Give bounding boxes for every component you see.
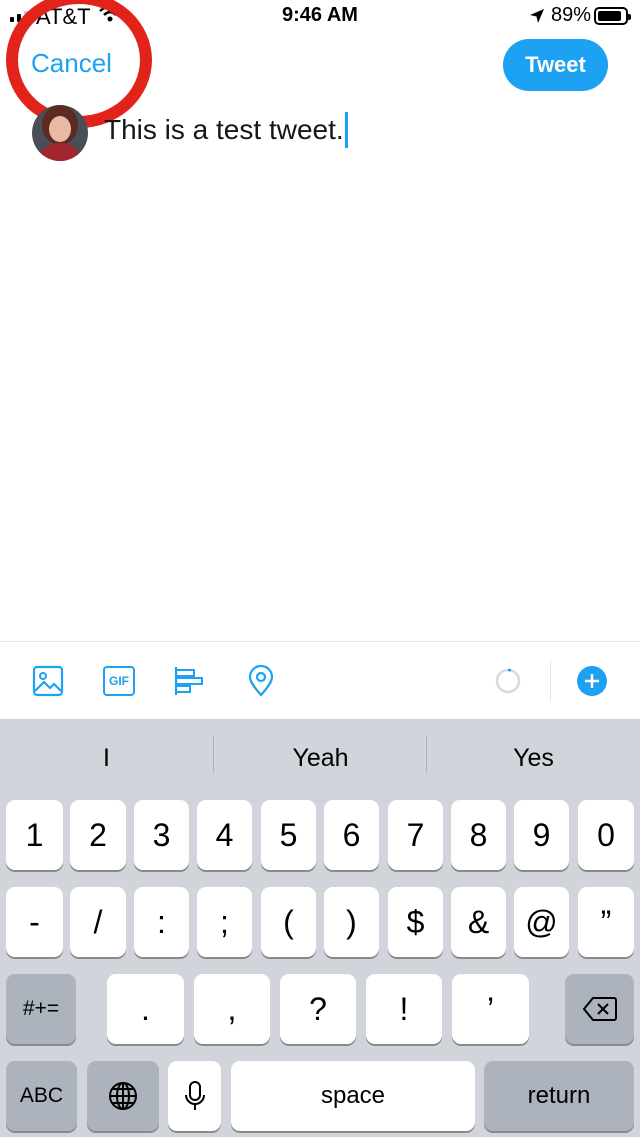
toolbar-divider xyxy=(550,660,551,702)
suggestion-item[interactable]: Yeah xyxy=(214,719,427,797)
key-period[interactable]: . xyxy=(107,974,184,1044)
key-symbols-toggle[interactable]: #+= xyxy=(6,974,76,1044)
key-question[interactable]: ? xyxy=(280,974,356,1044)
key-7[interactable]: 7 xyxy=(388,800,443,870)
tweet-button[interactable]: Tweet xyxy=(503,39,608,91)
key-hyphen[interactable]: - xyxy=(6,887,63,957)
poll-icon[interactable] xyxy=(173,664,207,698)
gif-icon[interactable]: GIF xyxy=(103,666,135,696)
space-key[interactable]: space xyxy=(231,1061,475,1131)
backspace-icon xyxy=(582,997,617,1021)
delete-key[interactable] xyxy=(565,974,634,1044)
key-2[interactable]: 2 xyxy=(70,800,126,870)
key-exclamation[interactable]: ! xyxy=(366,974,442,1044)
suggestion-item[interactable]: I xyxy=(0,719,213,797)
key-close-paren[interactable]: ) xyxy=(324,887,379,957)
key-dollar[interactable]: $ xyxy=(388,887,443,957)
suggestion-bar: I Yeah Yes xyxy=(0,719,640,797)
battery-icon xyxy=(594,7,631,25)
microphone-icon xyxy=(184,1081,205,1110)
keyboard: I Yeah Yes 1 2 3 4 5 6 7 8 9 0 - / : ; (… xyxy=(0,719,640,1137)
compose-toolbar: GIF xyxy=(0,641,640,719)
key-9[interactable]: 9 xyxy=(514,800,569,870)
key-quote[interactable]: ” xyxy=(578,887,634,957)
key-1[interactable]: 1 xyxy=(6,800,63,870)
cancel-button[interactable]: Cancel xyxy=(31,48,112,79)
tweet-text-field[interactable]: This is a test tweet. xyxy=(104,111,348,148)
status-bar: AT&T 9:46 AM 89% xyxy=(0,0,640,34)
battery-percent: 89% xyxy=(551,4,592,26)
return-key[interactable]: return xyxy=(484,1061,634,1131)
image-icon[interactable] xyxy=(31,664,65,698)
key-semicolon[interactable]: ; xyxy=(197,887,252,957)
key-open-paren[interactable]: ( xyxy=(261,887,316,957)
globe-icon xyxy=(109,1082,137,1110)
key-comma[interactable]: , xyxy=(194,974,270,1044)
key-0[interactable]: 0 xyxy=(578,800,634,870)
tweet-text: This is a test tweet. xyxy=(104,114,344,145)
key-6[interactable]: 6 xyxy=(324,800,379,870)
key-at[interactable]: @ xyxy=(514,887,569,957)
avatar xyxy=(32,105,88,161)
location-icon[interactable] xyxy=(244,664,278,698)
key-5[interactable]: 5 xyxy=(261,800,316,870)
globe-key[interactable] xyxy=(87,1061,159,1131)
location-arrow-icon xyxy=(530,9,544,23)
key-slash[interactable]: / xyxy=(70,887,126,957)
text-caret xyxy=(344,111,348,148)
abc-key[interactable]: ABC xyxy=(6,1061,77,1131)
key-8[interactable]: 8 xyxy=(451,800,506,870)
suggestion-item[interactable]: Yes xyxy=(427,719,640,797)
dictation-key[interactable] xyxy=(168,1061,221,1131)
key-3[interactable]: 3 xyxy=(134,800,189,870)
key-colon[interactable]: : xyxy=(134,887,189,957)
key-ampersand[interactable]: & xyxy=(451,887,506,957)
character-count-ring-icon xyxy=(495,668,521,694)
key-4[interactable]: 4 xyxy=(197,800,252,870)
add-tweet-icon[interactable] xyxy=(575,664,609,698)
key-apostrophe[interactable]: ’ xyxy=(452,974,529,1044)
